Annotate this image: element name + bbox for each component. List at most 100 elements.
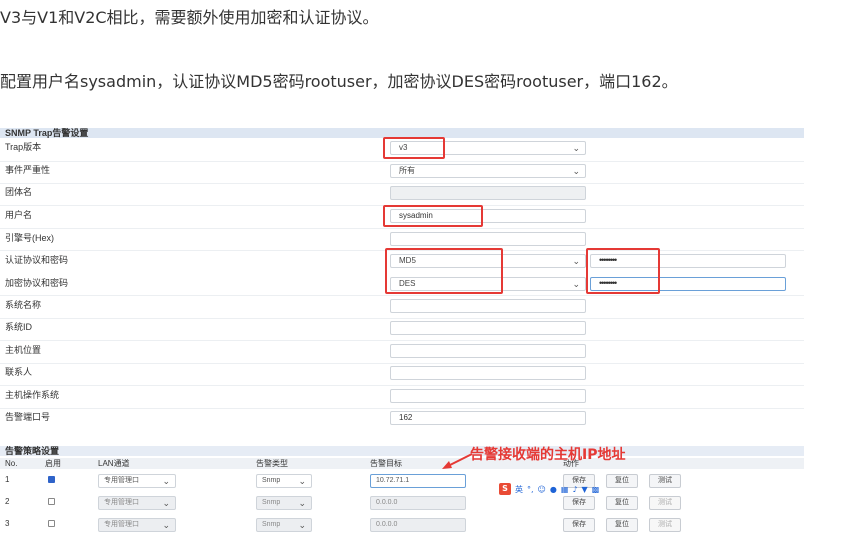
lan-value: 专用管理口 (104, 499, 139, 506)
col-lan: LAN通道 (98, 459, 130, 468)
skin-icon[interactable]: ♪ (572, 485, 577, 494)
host-location-label: 主机位置 (5, 345, 42, 355)
type-value: Snmp (262, 521, 281, 528)
chevron-down-icon: ⌄ (572, 143, 580, 153)
grid-icon[interactable]: ▩ (592, 485, 600, 494)
row-no: 2 (5, 497, 10, 506)
intro-line-1: V3与V1和V2C相比，需要额外使用加密和认证协议。 (0, 8, 379, 27)
trap-version-label: Trap版本 (5, 142, 42, 152)
row-no: 3 (5, 519, 10, 528)
chevron-down-icon: ⌄ (162, 498, 170, 508)
divider (0, 183, 804, 184)
alarm-port-input[interactable]: 162 (390, 411, 586, 425)
divider (0, 363, 804, 364)
divider (0, 318, 804, 319)
divider (0, 295, 804, 296)
snmp-trap-panel: SNMP Trap告警设置 Trap版本 v3 ⌄ 事件严重性 所有 ⌄ 团体名… (0, 128, 804, 428)
col-target: 告警目标 (370, 459, 402, 468)
ime-lang[interactable]: 英 (515, 484, 523, 495)
target-input[interactable]: 10.72.71.1 (370, 474, 466, 488)
annotation-arrow-icon (442, 453, 473, 469)
engine-id-input[interactable] (390, 232, 586, 246)
type-value: Snmp (262, 499, 281, 506)
save-button[interactable]: 保存 (563, 518, 595, 532)
sys-name-input[interactable] (390, 299, 586, 313)
host-os-label: 主机操作系统 (5, 390, 60, 400)
policy-title: 告警策略设置 (0, 446, 804, 456)
divider (0, 161, 804, 162)
contact-input[interactable] (390, 366, 586, 380)
highlight-passwords (586, 248, 660, 294)
auth-label: 认证协议和密码 (5, 255, 69, 265)
microphone-icon[interactable]: ● (550, 485, 557, 494)
table-row: 3 专用管理口 ⌄ Snmp ⌄ 0.0.0.0 保存 复位 测试 (0, 517, 804, 537)
divider (0, 408, 804, 409)
table-row: 1 专用管理口 ⌄ Snmp ⌄ 10.72.71.1 保存 复位 测试 (0, 473, 804, 493)
lan-select[interactable]: 专用管理口 ⌄ (98, 518, 176, 532)
emoji-icon[interactable]: ☺ (538, 485, 546, 494)
enable-checkbox[interactable] (48, 476, 55, 483)
reset-button[interactable]: 复位 (606, 518, 638, 532)
reset-button[interactable]: 复位 (606, 496, 638, 510)
alarm-policy-panel: 告警策略设置 No. 启用 LAN通道 告警类型 告警目标 动作 1 专用管理口… (0, 446, 804, 542)
chevron-down-icon: ⌄ (572, 256, 580, 266)
sys-id-label: 系统ID (5, 322, 33, 332)
row-no: 1 (5, 475, 10, 484)
privacy-label: 加密协议和密码 (5, 278, 69, 288)
save-button[interactable]: 保存 (563, 496, 595, 510)
divider (0, 228, 804, 229)
table-row: 2 专用管理口 ⌄ Snmp ⌄ 0.0.0.0 保存 复位 测试 (0, 495, 804, 515)
policy-table-header: No. 启用 LAN通道 告警类型 告警目标 动作 (0, 458, 804, 469)
sys-name-label: 系统名称 (5, 300, 42, 310)
lan-value: 专用管理口 (104, 521, 139, 528)
lan-select[interactable]: 专用管理口 ⌄ (98, 474, 176, 488)
type-select[interactable]: Snmp ⌄ (256, 518, 312, 532)
type-select[interactable]: Snmp ⌄ (256, 474, 312, 488)
chevron-down-icon: ⌄ (572, 279, 580, 289)
intro-line-2: 配置用户名sysadmin，认证协议MD5密码rootuser，加密协议DES密… (0, 72, 678, 91)
username-label: 用户名 (5, 210, 33, 220)
target-input[interactable]: 0.0.0.0 (370, 496, 466, 510)
severity-label: 事件严重性 (5, 165, 51, 175)
host-location-input[interactable] (390, 344, 586, 358)
host-os-input[interactable] (390, 389, 586, 403)
type-select[interactable]: Snmp ⌄ (256, 496, 312, 510)
lan-select[interactable]: 专用管理口 ⌄ (98, 496, 176, 510)
severity-select[interactable]: 所有 ⌄ (390, 164, 586, 178)
test-button[interactable]: 测试 (649, 496, 681, 510)
annotation-text: 告警接收端的主机IP地址 (470, 447, 626, 463)
chevron-down-icon: ⌄ (572, 166, 580, 176)
enable-checkbox[interactable] (48, 520, 55, 527)
ime-logo-icon[interactable]: S (499, 483, 511, 495)
community-input[interactable] (390, 186, 586, 200)
highlight-protocols (385, 248, 503, 294)
col-enable: 启用 (45, 459, 61, 468)
enable-checkbox[interactable] (48, 498, 55, 505)
keyboard-icon[interactable]: ▦ (561, 485, 569, 494)
chevron-down-icon: ⌄ (162, 476, 170, 486)
sys-id-input[interactable] (390, 321, 586, 335)
divider (0, 385, 804, 386)
target-input[interactable]: 0.0.0.0 (370, 518, 466, 532)
test-button[interactable]: 测试 (649, 518, 681, 532)
reset-button[interactable]: 复位 (606, 474, 638, 488)
divider (0, 340, 804, 341)
type-value: Snmp (262, 477, 281, 484)
col-type: 告警类型 (256, 459, 288, 468)
engine-id-label: 引擎号(Hex) (5, 233, 54, 243)
highlight-trap-version (383, 137, 445, 159)
chevron-down-icon: ⌄ (298, 498, 306, 508)
shirt-icon[interactable]: ▼ (582, 485, 588, 494)
chevron-down-icon: ⌄ (298, 520, 306, 530)
punctuation-icon[interactable]: °, (527, 485, 534, 494)
ime-toolbar: S 英 °, ☺ ● ▦ ♪ ▼ ▩ (499, 483, 599, 495)
chevron-down-icon: ⌄ (298, 476, 306, 486)
chevron-down-icon: ⌄ (162, 520, 170, 530)
col-no: No. (5, 459, 18, 468)
highlight-username (383, 205, 483, 227)
lan-value: 专用管理口 (104, 477, 139, 484)
alarm-port-label: 告警端口号 (5, 412, 51, 422)
contact-label: 联系人 (5, 367, 33, 377)
severity-value: 所有 (399, 166, 415, 175)
test-button[interactable]: 测试 (649, 474, 681, 488)
